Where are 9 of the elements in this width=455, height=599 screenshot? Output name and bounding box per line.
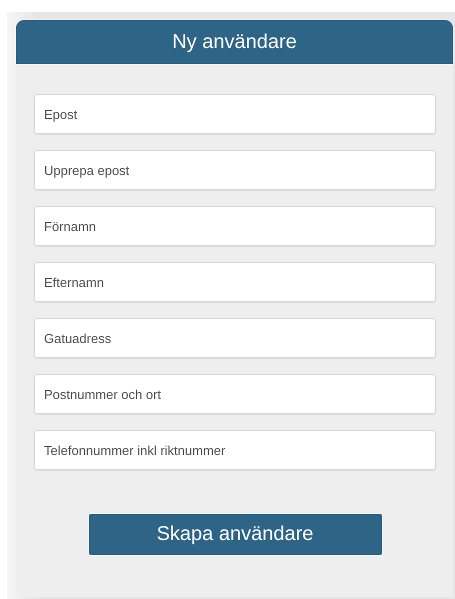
input-field[interactable]: Förnamn [34,206,436,246]
input-field[interactable]: Upprepa epost [34,150,436,190]
input-field[interactable]: Epost [34,94,436,134]
panel-title: Ny användare [172,30,297,54]
input-field[interactable]: Gatuadress [34,318,436,358]
input-field[interactable]: Telefonnummer inkl riktnummer [34,430,436,470]
input-field[interactable]: Efternamn [34,262,436,302]
create-user-button[interactable]: Skapa användare [88,514,382,555]
input-field[interactable]: Postnummer och ort [34,374,436,414]
